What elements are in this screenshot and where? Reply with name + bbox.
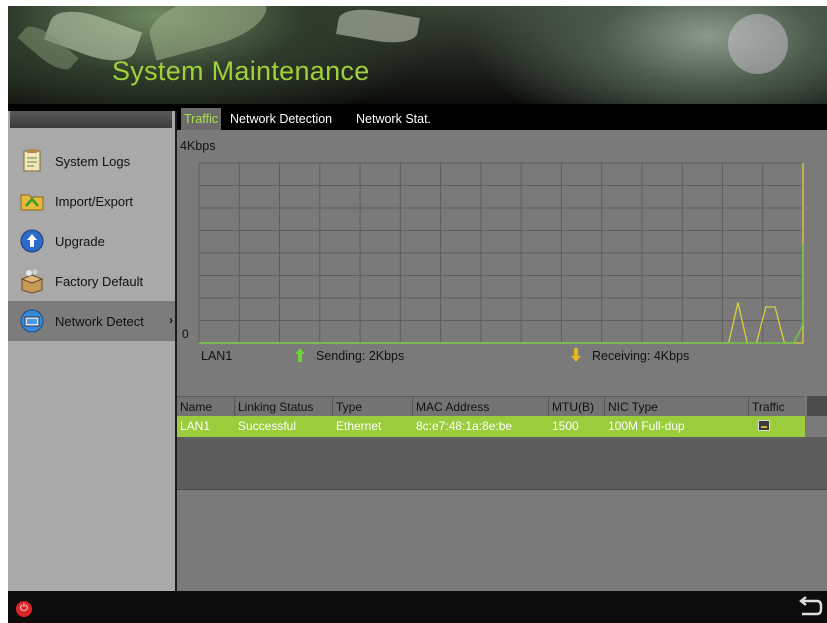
sending-series-line (199, 244, 804, 344)
table-body-empty (177, 437, 827, 489)
content-panel: 4Kbps 0 LAN1 Sending: 2Kbps Receiving: 4… (177, 130, 827, 592)
network-icon (20, 309, 44, 333)
tab-traffic[interactable]: Traffic (181, 108, 222, 130)
tab-network-detection[interactable]: Network Detection (230, 108, 332, 130)
folder-icon (20, 194, 44, 211)
sidebar-item-label: Network Detect (55, 313, 144, 329)
main-window: System Maintenance Traffic Network Detec… (8, 6, 827, 623)
receiving-label: Receiving: 4Kbps (592, 349, 690, 363)
sending-label: Sending: 2Kbps (316, 349, 405, 363)
table-scroll-handle[interactable] (807, 396, 827, 416)
receiving-arrow-icon (571, 348, 581, 362)
content-empty-area (177, 489, 827, 592)
sidebar: System Logs Import/Export Upgrade Factor… (8, 111, 177, 591)
column-header-mtu: MTU(B) (549, 397, 605, 417)
table-header: Name Linking Status Type MAC Address MTU… (177, 396, 805, 417)
chart-y-min-label: 0 (182, 327, 189, 341)
cell-linking-status: Successful (238, 419, 297, 433)
back-icon[interactable] (797, 596, 823, 618)
sidebar-menu: System Logs Import/Export Upgrade Factor… (8, 141, 175, 341)
sidebar-item-label: Factory Default (55, 273, 144, 289)
column-header-linking-status: Linking Status (235, 397, 333, 417)
power-icon[interactable]: ⏻ (16, 601, 32, 617)
page-title: System Maintenance (112, 56, 370, 86)
traffic-chart-svg (198, 162, 804, 344)
chevron-right-icon: › (169, 313, 173, 327)
chart-y-max-label: 4Kbps (180, 139, 216, 153)
sidebar-item-system-logs[interactable]: System Logs (8, 141, 175, 181)
sending-arrow-icon (295, 348, 305, 362)
cell-mtu: 1500 (552, 419, 579, 433)
sidebar-item-label: System Logs (55, 153, 131, 169)
column-header-mac-address: MAC Address (413, 397, 549, 417)
traffic-graph-icon[interactable] (758, 420, 770, 431)
sidebar-item-factory-default[interactable]: Factory Default (8, 261, 175, 301)
chart-grid (198, 162, 804, 344)
tab-bar: Traffic Network Detection Network Stat. (177, 104, 827, 130)
sidebar-item-label: Import/Export (55, 193, 134, 209)
traffic-chart: 4Kbps 0 LAN1 Sending: 2Kbps Receiving: 4… (177, 130, 827, 374)
sidebar-header (10, 111, 172, 128)
cell-type: Ethernet (336, 419, 382, 433)
sidebar-item-import-export[interactable]: Import/Export (8, 181, 175, 221)
tab-network-stat[interactable]: Network Stat. (356, 108, 431, 130)
column-header-nic-type: NIC Type (605, 397, 749, 417)
box-icon (20, 269, 44, 294)
sidebar-item-upgrade[interactable]: Upgrade (8, 221, 175, 261)
column-header-type: Type (333, 397, 413, 417)
sidebar-item-network-detect[interactable]: Network Detect › (8, 301, 175, 341)
chart-interface-label: LAN1 (201, 349, 233, 363)
cell-name: LAN1 (180, 419, 211, 433)
column-header-name: Name (177, 397, 235, 417)
table-row[interactable]: LAN1 Successful Ethernet 8c:e7:48:1a:8e:… (177, 416, 805, 437)
cell-mac-address: 8c:e7:48:1a:8e:be (416, 419, 513, 433)
column-header-traffic: Traffic (752, 400, 785, 414)
interface-table: Name Linking Status Type MAC Address MTU… (177, 374, 827, 592)
footer-bar: ⏻ (8, 591, 827, 623)
document-icon (23, 149, 41, 172)
cell-nic-type: 100M Full-dup (608, 419, 685, 433)
sidebar-item-label: Upgrade (55, 233, 105, 249)
header-banner: System Maintenance (8, 6, 827, 104)
upload-icon (20, 229, 44, 253)
